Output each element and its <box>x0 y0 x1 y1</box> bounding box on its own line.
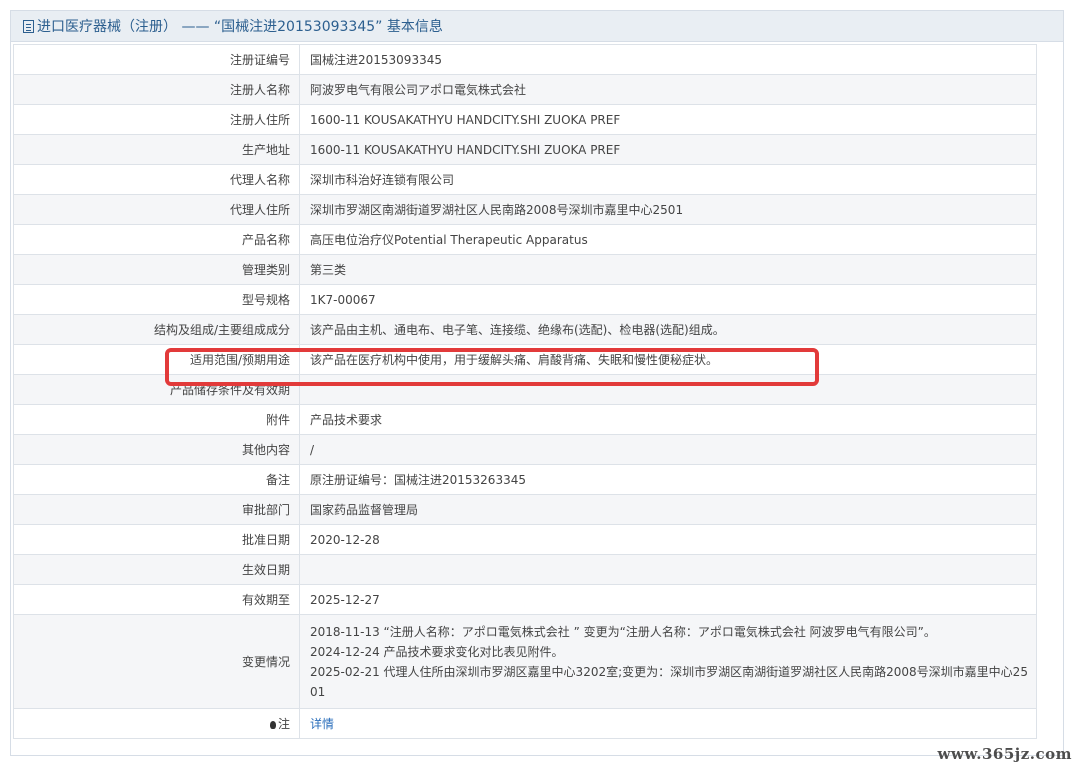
info-table: 注册证编号 国械注进20153093345 注册人名称 阿波罗电气有限公司アポロ電気… <box>13 44 1037 739</box>
row-value: 国械注进20153093345 <box>299 44 1037 75</box>
row-label: 产品名称 <box>13 224 300 255</box>
row-label: 注册人住所 <box>13 104 300 135</box>
table-row: 产品储存条件及有效期 <box>13 374 1037 405</box>
change-line: 2018-11-13 “注册人名称：アポロ電気株式会社 ” 变更为“注册人名称：… <box>310 624 936 639</box>
row-label: 型号规格 <box>13 284 300 315</box>
row-label: 注册证编号 <box>13 44 300 75</box>
row-value <box>299 554 1037 585</box>
row-value: 原注册证编号：国械注进20153263345 <box>299 464 1037 495</box>
row-value: 国家药品监督管理局 <box>299 494 1037 525</box>
table-row: 代理人住所 深圳市罗湖区南湖街道罗湖社区人民南路2008号深圳市嘉里中心2501 <box>13 194 1037 225</box>
row-label: 批准日期 <box>13 524 300 555</box>
table-row: 注册人名称 阿波罗电气有限公司アポロ電気株式会社 <box>13 74 1037 105</box>
row-label: 生效日期 <box>13 554 300 585</box>
table-row: 管理类别 第三类 <box>13 254 1037 285</box>
row-label: 结构及组成/主要组成成分 <box>13 314 300 345</box>
row-label: 产品储存条件及有效期 <box>13 374 300 405</box>
row-value: 阿波罗电气有限公司アポロ電気株式会社 <box>299 74 1037 105</box>
row-value: 1600-11 KOUSAKATHYU HANDCITY.SHI ZUOKA P… <box>299 104 1037 135</box>
table-row: 适用范围/预期用途 该产品在医疗机构中使用，用于缓解头痛、肩酸背痛、失眠和慢性便秘… <box>13 344 1037 375</box>
row-value: 深圳市罗湖区南湖街道罗湖社区人民南路2008号深圳市嘉里中心2501 <box>299 194 1037 225</box>
note-row: 注 详情 <box>13 708 1037 739</box>
row-value: 第三类 <box>299 254 1037 285</box>
table-row: 代理人名称 深圳市科治好连锁有限公司 <box>13 164 1037 195</box>
table-row: 结构及组成/主要组成成分 该产品由主机、通电布、电子笔、连接缆、绝缘布(选配)、检… <box>13 314 1037 345</box>
panel-header: 进口医疗器械（注册） —— “国械注进20153093345” 基本信息 <box>11 11 1063 42</box>
row-value: 1K7-00067 <box>299 284 1037 315</box>
row-value: 深圳市科治好连锁有限公司 <box>299 164 1037 195</box>
table-row: 附件 产品技术要求 <box>13 404 1037 435</box>
row-label: 生产地址 <box>13 134 300 165</box>
row-value: 1600-11 KOUSAKATHYU HANDCITY.SHI ZUOKA P… <box>299 134 1037 165</box>
table-row: 批准日期 2020-12-28 <box>13 524 1037 555</box>
changes-value: 2018-11-13 “注册人名称：アポロ電気株式会社 ” 变更为“注册人名称：… <box>299 614 1037 709</box>
table-row: 生产地址 1600-11 KOUSAKATHYU HANDCITY.SHI ZUO… <box>13 134 1037 165</box>
table-row: 生效日期 <box>13 554 1037 585</box>
row-value <box>299 374 1037 405</box>
row-label: 适用范围/预期用途 <box>13 344 300 375</box>
row-label: 附件 <box>13 404 300 435</box>
table-row: 注册人住所 1600-11 KOUSAKATHYU HANDCITY.SHI ZU… <box>13 104 1037 135</box>
row-value: / <box>299 434 1037 465</box>
changes-row: 变更情况 2018-11-13 “注册人名称：アポロ電気株式会社 ” 变更为“注… <box>13 614 1037 709</box>
table-row: 有效期至 2025-12-27 <box>13 584 1037 615</box>
row-value: 2020-12-28 <box>299 524 1037 555</box>
changes-label: 变更情况 <box>13 614 300 709</box>
table-row: 注册证编号 国械注进20153093345 <box>13 44 1037 75</box>
document-icon <box>23 19 34 33</box>
table-row: 其他内容 / <box>13 434 1037 465</box>
table-row: 备注 原注册证编号：国械注进20153263345 <box>13 464 1037 495</box>
row-label: 代理人住所 <box>13 194 300 225</box>
lightbulb-icon <box>269 721 276 729</box>
row-label: 备注 <box>13 464 300 495</box>
note-value-cell: 详情 <box>299 708 1037 739</box>
row-value: 高压电位治疗仪Potential Therapeutic Apparatus <box>299 224 1037 255</box>
row-value: 2025-12-27 <box>299 584 1037 615</box>
row-label: 注册人名称 <box>13 74 300 105</box>
row-value: 该产品在医疗机构中使用，用于缓解头痛、肩酸背痛、失眠和慢性便秘症状。 <box>299 344 1037 375</box>
row-label: 有效期至 <box>13 584 300 615</box>
change-line: 2025-02-21 代理人住所由深圳市罗湖区嘉里中心3202室;变更为：深圳市… <box>310 664 1028 699</box>
row-label: 其他内容 <box>13 434 300 465</box>
change-line: 2024-12-24 产品技术要求变化对比表见附件。 <box>310 644 564 659</box>
row-value: 该产品由主机、通电布、电子笔、连接缆、绝缘布(选配)、检电器(选配)组成。 <box>299 314 1037 345</box>
row-value: 产品技术要求 <box>299 404 1037 435</box>
row-label: 代理人名称 <box>13 164 300 195</box>
row-label: 审批部门 <box>13 494 300 525</box>
site-watermark: www.365jz.com <box>937 745 1072 763</box>
note-label-cell: 注 <box>13 708 300 739</box>
row-label: 管理类别 <box>13 254 300 285</box>
table-row: 型号规格 1K7-00067 <box>13 284 1037 315</box>
table-row: 产品名称 高压电位治疗仪Potential Therapeutic Apparat… <box>13 224 1037 255</box>
note-label: 注 <box>277 717 290 731</box>
details-link[interactable]: 详情 <box>310 717 334 731</box>
panel-title: 进口医疗器械（注册） —— “国械注进20153093345” 基本信息 <box>37 19 443 35</box>
table-row: 审批部门 国家药品监督管理局 <box>13 494 1037 525</box>
